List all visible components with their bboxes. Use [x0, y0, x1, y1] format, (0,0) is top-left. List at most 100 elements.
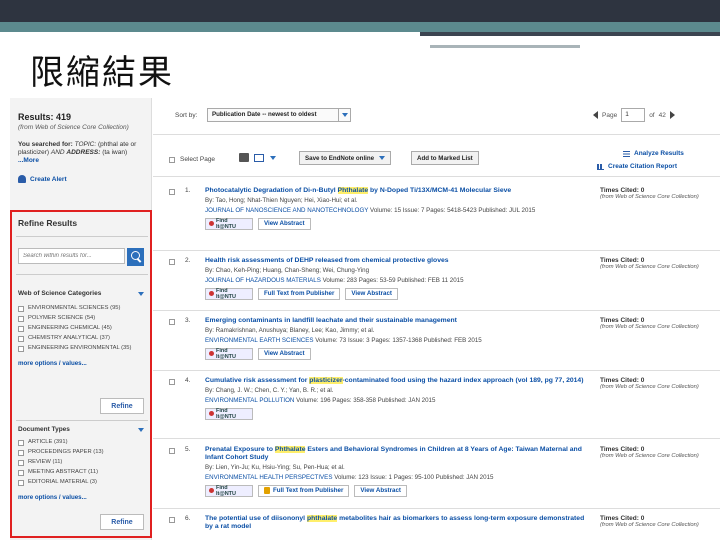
results-source: (from Web of Science Core Collection) [18, 124, 129, 131]
divider [153, 310, 720, 311]
results-main: Sort by: Publication Date -- newest to o… [153, 98, 720, 540]
record-authors: By: Ramakrishnan, Anushuya; Blaney, Lee;… [205, 327, 375, 334]
header-band-dark [0, 0, 720, 22]
full-text-button[interactable]: Full Text from Publisher [258, 287, 341, 300]
chevron-down-icon [379, 156, 386, 160]
times-cited: Times Cited: 0 (from Web of Science Core… [600, 377, 699, 390]
sort-select[interactable]: Publication Date -- newest to oldest [207, 108, 351, 122]
checkbox[interactable] [169, 447, 175, 454]
doctype-facet[interactable]: REVIEW (11) [12, 459, 150, 466]
save-endnote-button[interactable]: Save to EndNote online [299, 151, 392, 165]
create-alert-link[interactable]: Create Alert [18, 175, 143, 183]
search-within [18, 248, 144, 266]
record-title-link[interactable]: Photocatalytic Degradation of Di-n-Butyl… [205, 187, 590, 195]
more-options-link[interactable]: more options / values... [12, 360, 150, 367]
journal-link[interactable]: ENVIRONMENTAL HEALTH PERSPECTIVES [205, 474, 332, 481]
doctype-facet[interactable]: ARTICLE (391) [12, 439, 150, 446]
checkbox[interactable] [18, 315, 24, 322]
doctype-facet[interactable]: MEETING ABSTRACT (11) [12, 469, 150, 476]
checkbox[interactable] [18, 459, 24, 466]
findit-button[interactable]: Find It@NTU [205, 217, 253, 230]
page-total: 42 [658, 111, 666, 119]
prev-page-icon[interactable] [593, 111, 598, 119]
print-icon[interactable] [239, 153, 249, 162]
category-facet[interactable]: CHEMISTRY ANALYTICAL (37) [12, 335, 150, 342]
refine-button[interactable]: Refine [100, 514, 144, 530]
record-authors: By: Lien, Yin-Ju; Ku, Hsiu-Ying; Su, Pen… [205, 464, 345, 471]
add-marked-list-button[interactable]: Add to Marked List [411, 151, 479, 165]
findit-icon [209, 411, 214, 417]
email-icon[interactable] [254, 154, 264, 162]
search-icon[interactable] [126, 248, 144, 266]
record-title-link[interactable]: Emerging contaminants in landfill leacha… [205, 317, 590, 325]
findit-icon [209, 221, 214, 227]
category-facet[interactable]: ENVIRONMENTAL SCIENCES (95) [12, 305, 150, 312]
findit-icon [209, 291, 214, 297]
times-cited: Times Cited: 0 (from Web of Science Core… [600, 446, 699, 459]
sort-label: Sort by: [175, 112, 198, 119]
checkbox[interactable] [18, 449, 24, 456]
findit-button[interactable]: Find It@NTU [205, 287, 253, 300]
checkbox[interactable] [18, 469, 24, 476]
category-facet[interactable]: POLYMER SCIENCE (54) [12, 315, 150, 322]
journal-link[interactable]: ENVIRONMENTAL POLLUTION [205, 397, 294, 404]
findit-button[interactable]: Find It@NTU [205, 347, 253, 360]
doctype-facet[interactable]: EDITORIAL MATERIAL (3) [12, 479, 150, 486]
chevron-down-icon[interactable] [270, 156, 276, 160]
journal-link[interactable]: ENVIRONMENTAL EARTH SCIENCES [205, 337, 314, 344]
view-abstract-button[interactable]: View Abstract [258, 217, 311, 230]
view-abstract-button[interactable]: View Abstract [354, 484, 407, 497]
page-input[interactable]: 1 [621, 108, 646, 122]
checkbox[interactable] [18, 479, 24, 486]
results-toolbar: Select Page Save to EndNote online Add t… [153, 148, 720, 174]
select-page[interactable]: Select Page [169, 156, 215, 163]
checkbox[interactable] [18, 325, 24, 332]
full-text-button[interactable]: Full Text from Publisher [258, 484, 350, 497]
record-title-link[interactable]: Health risk assessments of DEHP released… [205, 257, 590, 265]
divider [16, 236, 148, 237]
record-authors: By: Chao, Keh-Ping; Huang, Chan-Sheng; W… [205, 267, 370, 274]
checkbox[interactable] [18, 345, 24, 352]
results-count: Results: 419 [18, 112, 72, 122]
record-title-link[interactable]: Cumulative risk assessment for plasticiz… [205, 377, 590, 385]
times-cited: Times Cited: 0 (from Web of Science Core… [600, 317, 699, 330]
analyze-results-link[interactable]: Analyze Results [623, 150, 684, 157]
bar-chart-icon [597, 163, 604, 170]
record-authors: By: Chang, J. W.; Chen, C. Y.; Yan, B. R… [205, 387, 334, 394]
category-facet[interactable]: ENGINEERING CHEMICAL (45) [12, 325, 150, 332]
checkbox[interactable] [169, 516, 175, 523]
chevron-down-icon [138, 427, 144, 432]
record-title-link[interactable]: The potential use of diisononyl phthalat… [205, 515, 590, 531]
citation-report-link[interactable]: Create Citation Report [597, 163, 677, 170]
category-facet[interactable]: ENGINEERING ENVIRONMENTAL (35) [12, 345, 150, 352]
more-options-link[interactable]: more options / values... [12, 494, 150, 501]
bell-icon [18, 175, 26, 183]
checkbox[interactable] [18, 305, 24, 312]
next-page-icon[interactable] [669, 111, 675, 119]
findit-button[interactable]: Find It@NTU [205, 484, 253, 497]
checkbox[interactable] [169, 188, 175, 195]
checkbox[interactable] [169, 258, 175, 265]
refine-button[interactable]: Refine [100, 398, 144, 414]
doctypes-header[interactable]: Document Types [12, 426, 150, 433]
checkbox[interactable] [169, 318, 175, 325]
journal-link[interactable]: JOURNAL OF HAZARDOUS MATERIALS [205, 277, 321, 284]
more-link[interactable]: ...More [18, 157, 39, 164]
journal-link[interactable]: JOURNAL OF NANOSCIENCE AND NANOTECHNOLOG… [205, 207, 368, 214]
checkbox[interactable] [18, 335, 24, 342]
record-title-link[interactable]: Prenatal Exposure to Phthalate Esters an… [205, 446, 590, 462]
checkbox[interactable] [169, 378, 175, 385]
analyze-icon [623, 150, 630, 157]
divider [153, 370, 720, 371]
search-summary: You searched for: TOPIC: (phthal ate or … [18, 141, 137, 164]
view-abstract-button[interactable]: View Abstract [345, 287, 398, 300]
checkbox[interactable] [169, 156, 175, 163]
doctype-facet[interactable]: PROCEEDINGS PAPER (13) [12, 449, 150, 456]
chevron-down-icon [138, 291, 144, 296]
view-abstract-button[interactable]: View Abstract [258, 347, 311, 360]
checkbox[interactable] [18, 439, 24, 446]
findit-button[interactable]: Find It@NTU [205, 407, 253, 420]
categories-header[interactable]: Web of Science Categories [12, 290, 150, 297]
web-of-science-screenshot: Results: 419 (from Web of Science Core C… [0, 98, 720, 540]
search-within-input[interactable] [18, 248, 125, 264]
